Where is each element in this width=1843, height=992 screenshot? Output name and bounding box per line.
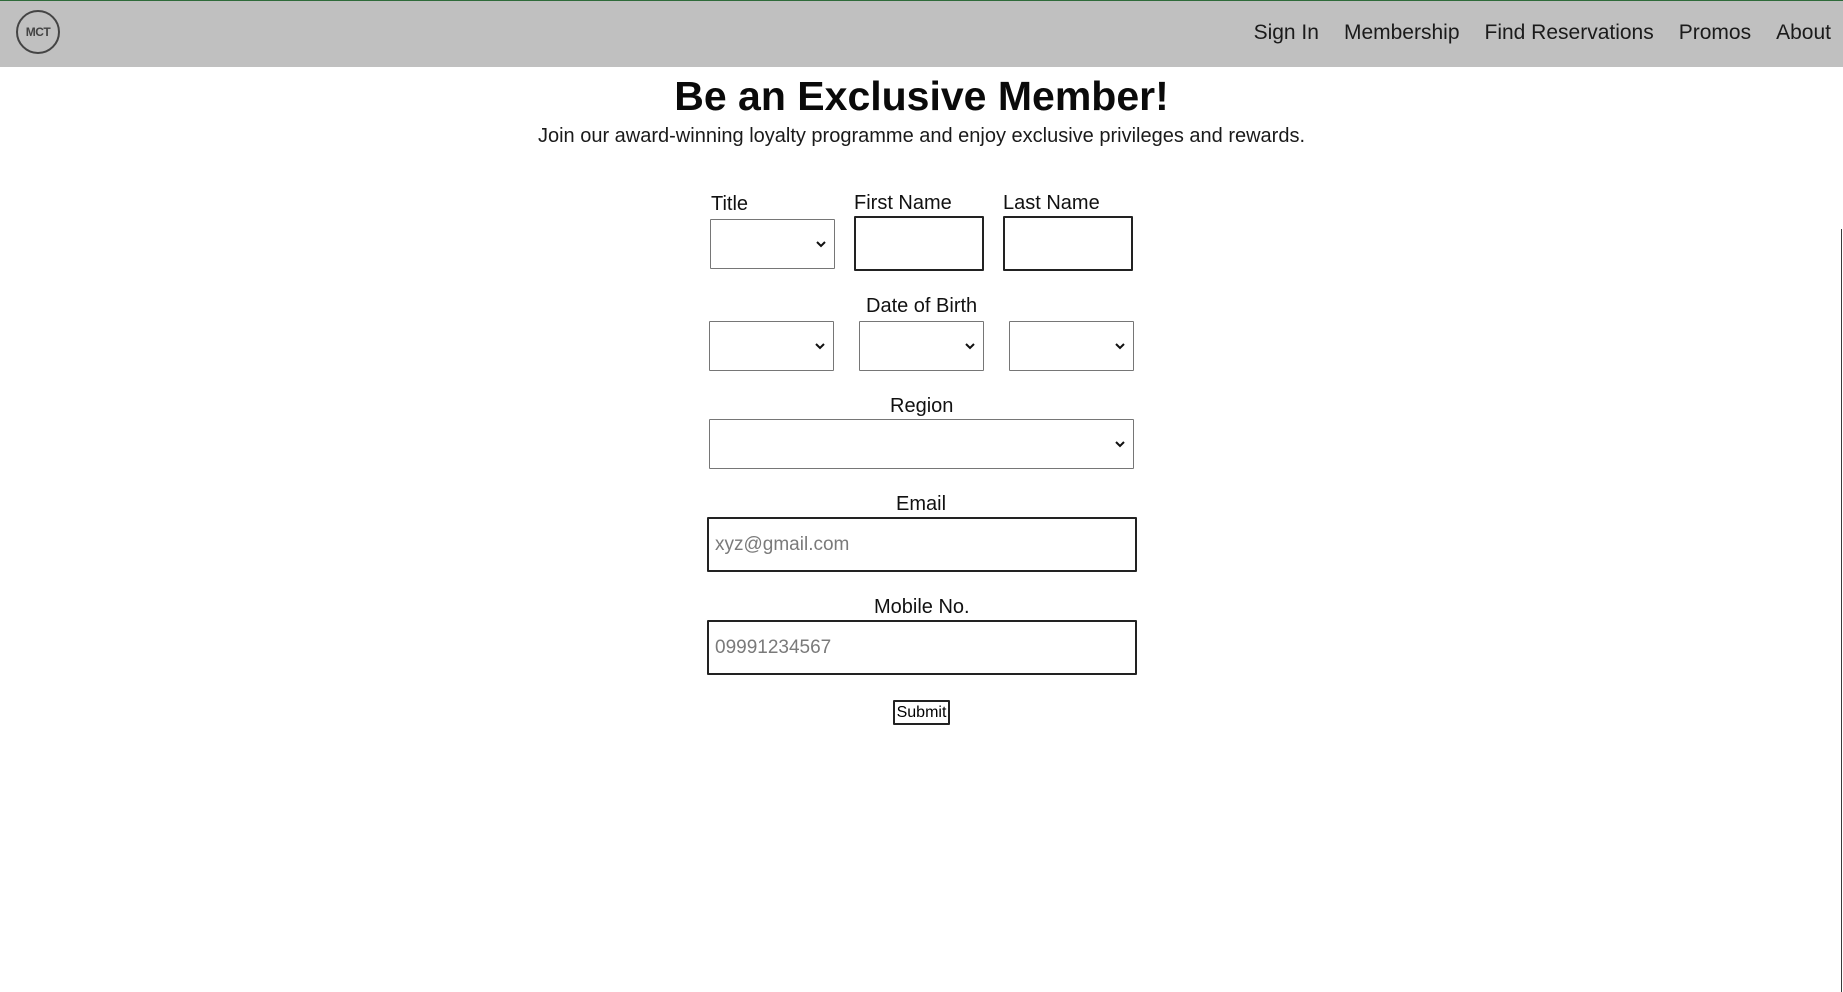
chevron-down-icon xyxy=(1115,441,1125,448)
first-name-label: First Name xyxy=(854,192,952,214)
main-nav: Sign In Membership Find Reservations Pro… xyxy=(1229,21,1831,45)
region-label: Region xyxy=(890,395,954,417)
first-name-input[interactable] xyxy=(854,216,984,271)
nav-link-promos[interactable]: Promos xyxy=(1679,21,1751,45)
title-select[interactable] xyxy=(710,219,835,269)
last-name-input[interactable] xyxy=(1003,216,1133,271)
navbar: MCT Sign In Membership Find Reservations… xyxy=(0,1,1843,67)
page-subtitle: Join our award-winning loyalty programme… xyxy=(537,125,1306,147)
logo[interactable]: MCT xyxy=(16,10,60,54)
chevron-down-icon xyxy=(815,343,825,350)
chevron-down-icon xyxy=(1115,343,1125,350)
dob-day-select[interactable] xyxy=(709,321,834,371)
email-input[interactable] xyxy=(707,517,1137,572)
chevron-down-icon xyxy=(965,343,975,350)
scrollbar-edge xyxy=(1841,229,1842,992)
dob-label: Date of Birth xyxy=(866,295,978,317)
page: MCT Sign In Membership Find Reservations… xyxy=(0,0,1843,992)
page-title: Be an Exclusive Member! xyxy=(674,73,1169,119)
region-select[interactable] xyxy=(709,419,1134,469)
mobile-input[interactable] xyxy=(707,620,1137,675)
title-label: Title xyxy=(711,193,749,215)
nav-link-find-reservations[interactable]: Find Reservations xyxy=(1485,21,1654,45)
last-name-label: Last Name xyxy=(1003,192,1100,214)
email-label: Email xyxy=(896,493,947,515)
nav-link-sign-in[interactable]: Sign In xyxy=(1254,21,1319,45)
nav-link-membership[interactable]: Membership xyxy=(1344,21,1460,45)
chevron-down-icon xyxy=(816,241,826,248)
nav-link-about[interactable]: About xyxy=(1776,21,1831,45)
mobile-label: Mobile No. xyxy=(874,596,970,618)
dob-year-select[interactable] xyxy=(1009,321,1134,371)
submit-button[interactable]: Submit xyxy=(893,700,950,725)
dob-month-select[interactable] xyxy=(859,321,984,371)
